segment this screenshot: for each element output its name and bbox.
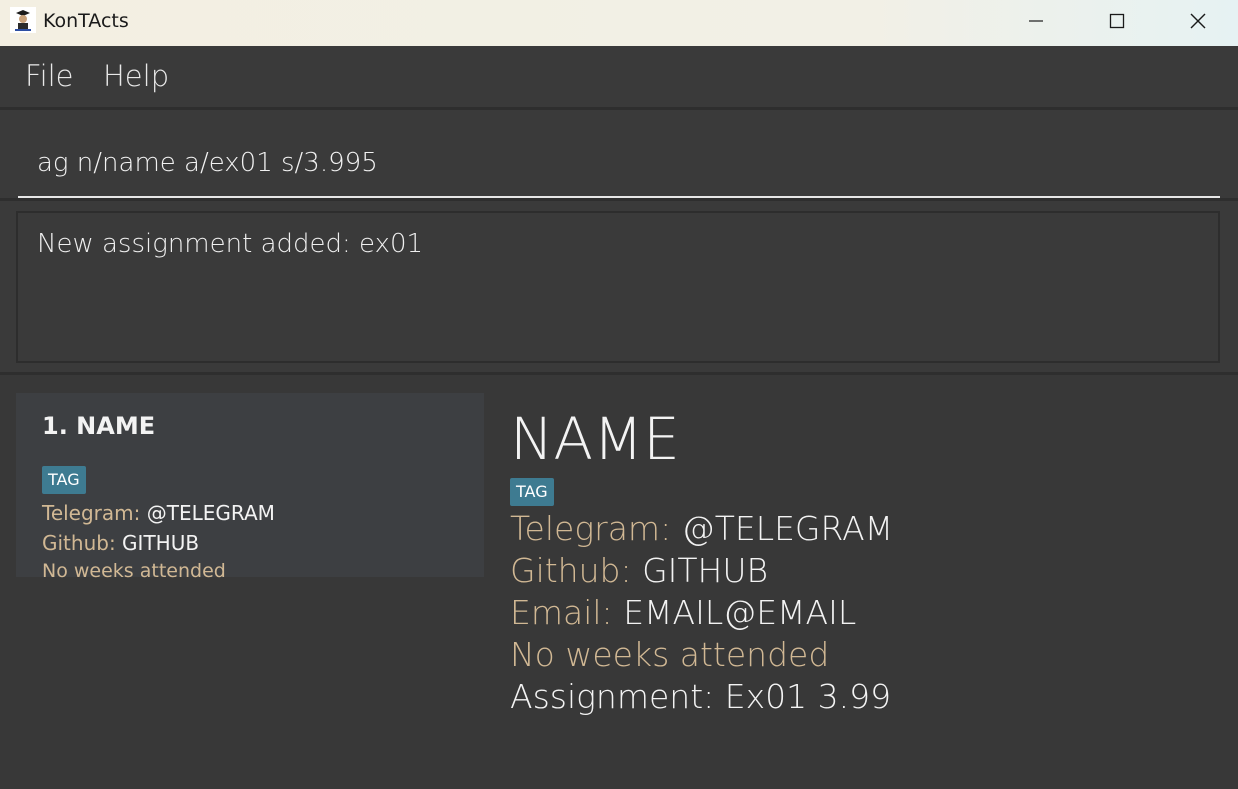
minimize-icon [1028,13,1044,29]
maximize-icon [1109,13,1125,29]
menu-bar: File Help [0,46,1238,108]
person-card-tag: TAG [42,466,86,494]
menu-help[interactable]: Help [99,59,173,93]
person-card-telegram: Telegram: @TELEGRAM [42,501,275,525]
person-card[interactable]: 1. NAME TAG Telegram: @TELEGRAM Github: … [16,393,484,582]
detail-github: Github: GITHUB [510,551,768,591]
command-box [0,110,1238,198]
telegram-value: @TELEGRAM [146,501,275,525]
close-icon [1189,12,1207,30]
close-button[interactable] [1158,0,1238,42]
window-title: KonTActs [43,10,129,32]
command-input[interactable] [18,136,1220,198]
telegram-label: Telegram: [42,501,141,525]
minimize-button[interactable] [996,0,1076,42]
menu-file[interactable]: File [21,59,78,93]
detail-telegram-value: @TELEGRAM [681,509,894,548]
detail-telegram-label: Telegram: [510,509,672,548]
main-content: 1. NAME TAG Telegram: @TELEGRAM Github: … [0,375,1238,789]
person-card-attendance: No weeks attended [42,560,226,582]
detail-email-value: EMAIL@EMAIL [623,593,857,632]
result-display[interactable]: New assignment added: ex01 [16,211,1220,363]
person-card-name: 1. NAME [42,412,156,440]
detail-tag: TAG [510,478,554,506]
detail-assignment: Assignment: Ex01 3.99 [510,677,892,716]
result-display-panel: New assignment added: ex01 [0,201,1238,372]
detail-telegram: Telegram: @TELEGRAM [510,509,893,549]
detail-email-label: Email: [510,593,613,632]
detail-attendance: No weeks attended [510,635,830,674]
maximize-button[interactable] [1077,0,1157,42]
person-card-github: Github: GITHUB [42,531,199,555]
github-value: GITHUB [122,531,200,555]
detail-github-label: Github: [510,551,632,590]
detail-name: NAME [510,405,680,473]
detail-github-value: GITHUB [642,551,769,590]
title-bar: KonTActs [0,0,1238,46]
app-logo-icon [10,7,36,33]
github-label: Github: [42,531,116,555]
detail-email: Email: EMAIL@EMAIL [510,593,856,633]
